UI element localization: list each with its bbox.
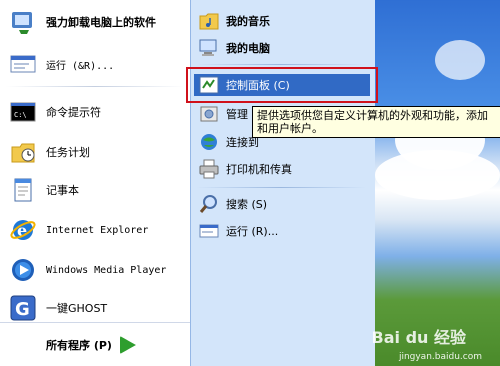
menu-item-my-music[interactable]: 我的音乐	[198, 10, 270, 32]
menu-item-label: 管理	[226, 108, 248, 121]
baidu-watermark: Bai du 经验	[371, 328, 466, 347]
menu-item-internet-explorer[interactable]: e Internet Explorer	[8, 212, 148, 248]
watermark-url: jingyan.baidu.com	[398, 352, 482, 362]
tooltip-line-2: 和用户帐户。	[257, 122, 323, 135]
svg-text:G: G	[15, 299, 30, 320]
menu-item-connect-to[interactable]: 连接到	[198, 131, 259, 153]
music-folder-icon	[198, 10, 220, 32]
menu-item-label: 运行 (&R)...	[46, 60, 115, 72]
svg-text:C:\: C:\	[14, 111, 27, 119]
menu-separator	[6, 86, 184, 87]
menu-item-label: 运行 (R)...	[226, 225, 279, 238]
menu-item-label: 记事本	[46, 184, 79, 197]
menu-item-my-computer[interactable]: 我的电脑	[198, 37, 270, 59]
notepad-icon	[8, 175, 38, 205]
menu-item-label: 一键GHOST	[46, 302, 108, 315]
menu-item-label: 强力卸载电脑上的软件	[46, 16, 156, 29]
menu-item-label: 我的电脑	[226, 42, 270, 55]
menu-item-label: Windows Media Player	[46, 264, 167, 276]
menu-item-label: 我的音乐	[226, 15, 270, 28]
menu-item-search[interactable]: 搜索 (S)	[198, 193, 267, 215]
menu-item-label: 打印机和传真	[226, 163, 292, 176]
admin-tools-icon	[198, 103, 220, 125]
menu-item-media-player[interactable]: Windows Media Player	[8, 252, 166, 288]
menu-item-scheduled-tasks[interactable]: 任务计划	[8, 134, 90, 170]
uninstall-icon	[8, 7, 38, 37]
run-icon	[198, 220, 220, 242]
media-player-icon	[8, 255, 38, 285]
menu-item-run-right[interactable]: 运行 (R)...	[198, 220, 278, 242]
start-menu-left-pane: 强力卸载电脑上的软件 运行 (&R)... C:\ 命令提示符 任务计划 记事本…	[0, 0, 190, 366]
control-panel-tooltip: 提供选项供您自定义计算机的外观和功能，添加 和用户帐户。	[252, 106, 500, 138]
ie-icon: e	[8, 215, 38, 245]
scheduled-tasks-icon	[8, 137, 38, 167]
menu-item-run-left[interactable]: 运行 (&R)...	[8, 46, 114, 82]
menu-item-admin-tools[interactable]: 管理	[198, 103, 248, 125]
run-icon	[8, 49, 38, 79]
menu-item-control-panel[interactable]: 控制面板 (C)	[194, 74, 370, 96]
menu-item-notepad[interactable]: 记事本	[8, 172, 79, 208]
printer-icon	[198, 158, 220, 180]
menu-separator	[196, 187, 366, 188]
menu-item-uninstaller[interactable]: 强力卸载电脑上的软件	[8, 4, 156, 40]
tooltip-line-1: 提供选项供您自定义计算机的外观和功能，添加	[257, 109, 488, 122]
menu-item-label: 搜索 (S)	[226, 198, 268, 211]
menu-item-printers[interactable]: 打印机和传真	[198, 158, 292, 180]
all-programs-button[interactable]: 所有程序 (P)	[46, 336, 136, 354]
cmd-icon: C:\	[8, 97, 38, 127]
menu-item-label: 命令提示符	[46, 106, 101, 119]
connect-icon	[198, 131, 220, 153]
menu-item-label: 任务计划	[46, 146, 90, 159]
arrow-right-icon	[119, 336, 136, 354]
all-programs-label: 所有程序 (P)	[46, 339, 112, 352]
menu-item-cmd[interactable]: C:\ 命令提示符	[8, 94, 101, 130]
search-icon	[198, 193, 220, 215]
menu-item-label: Internet Explorer	[46, 224, 149, 236]
menu-item-ghost[interactable]: G 一键GHOST	[8, 290, 107, 326]
desktop-background	[375, 0, 500, 366]
control-panel-icon	[198, 74, 220, 96]
ghost-icon: G	[8, 293, 38, 323]
computer-icon	[198, 37, 220, 59]
menu-separator	[196, 64, 366, 65]
menu-item-label: 控制面板 (C)	[226, 79, 290, 92]
